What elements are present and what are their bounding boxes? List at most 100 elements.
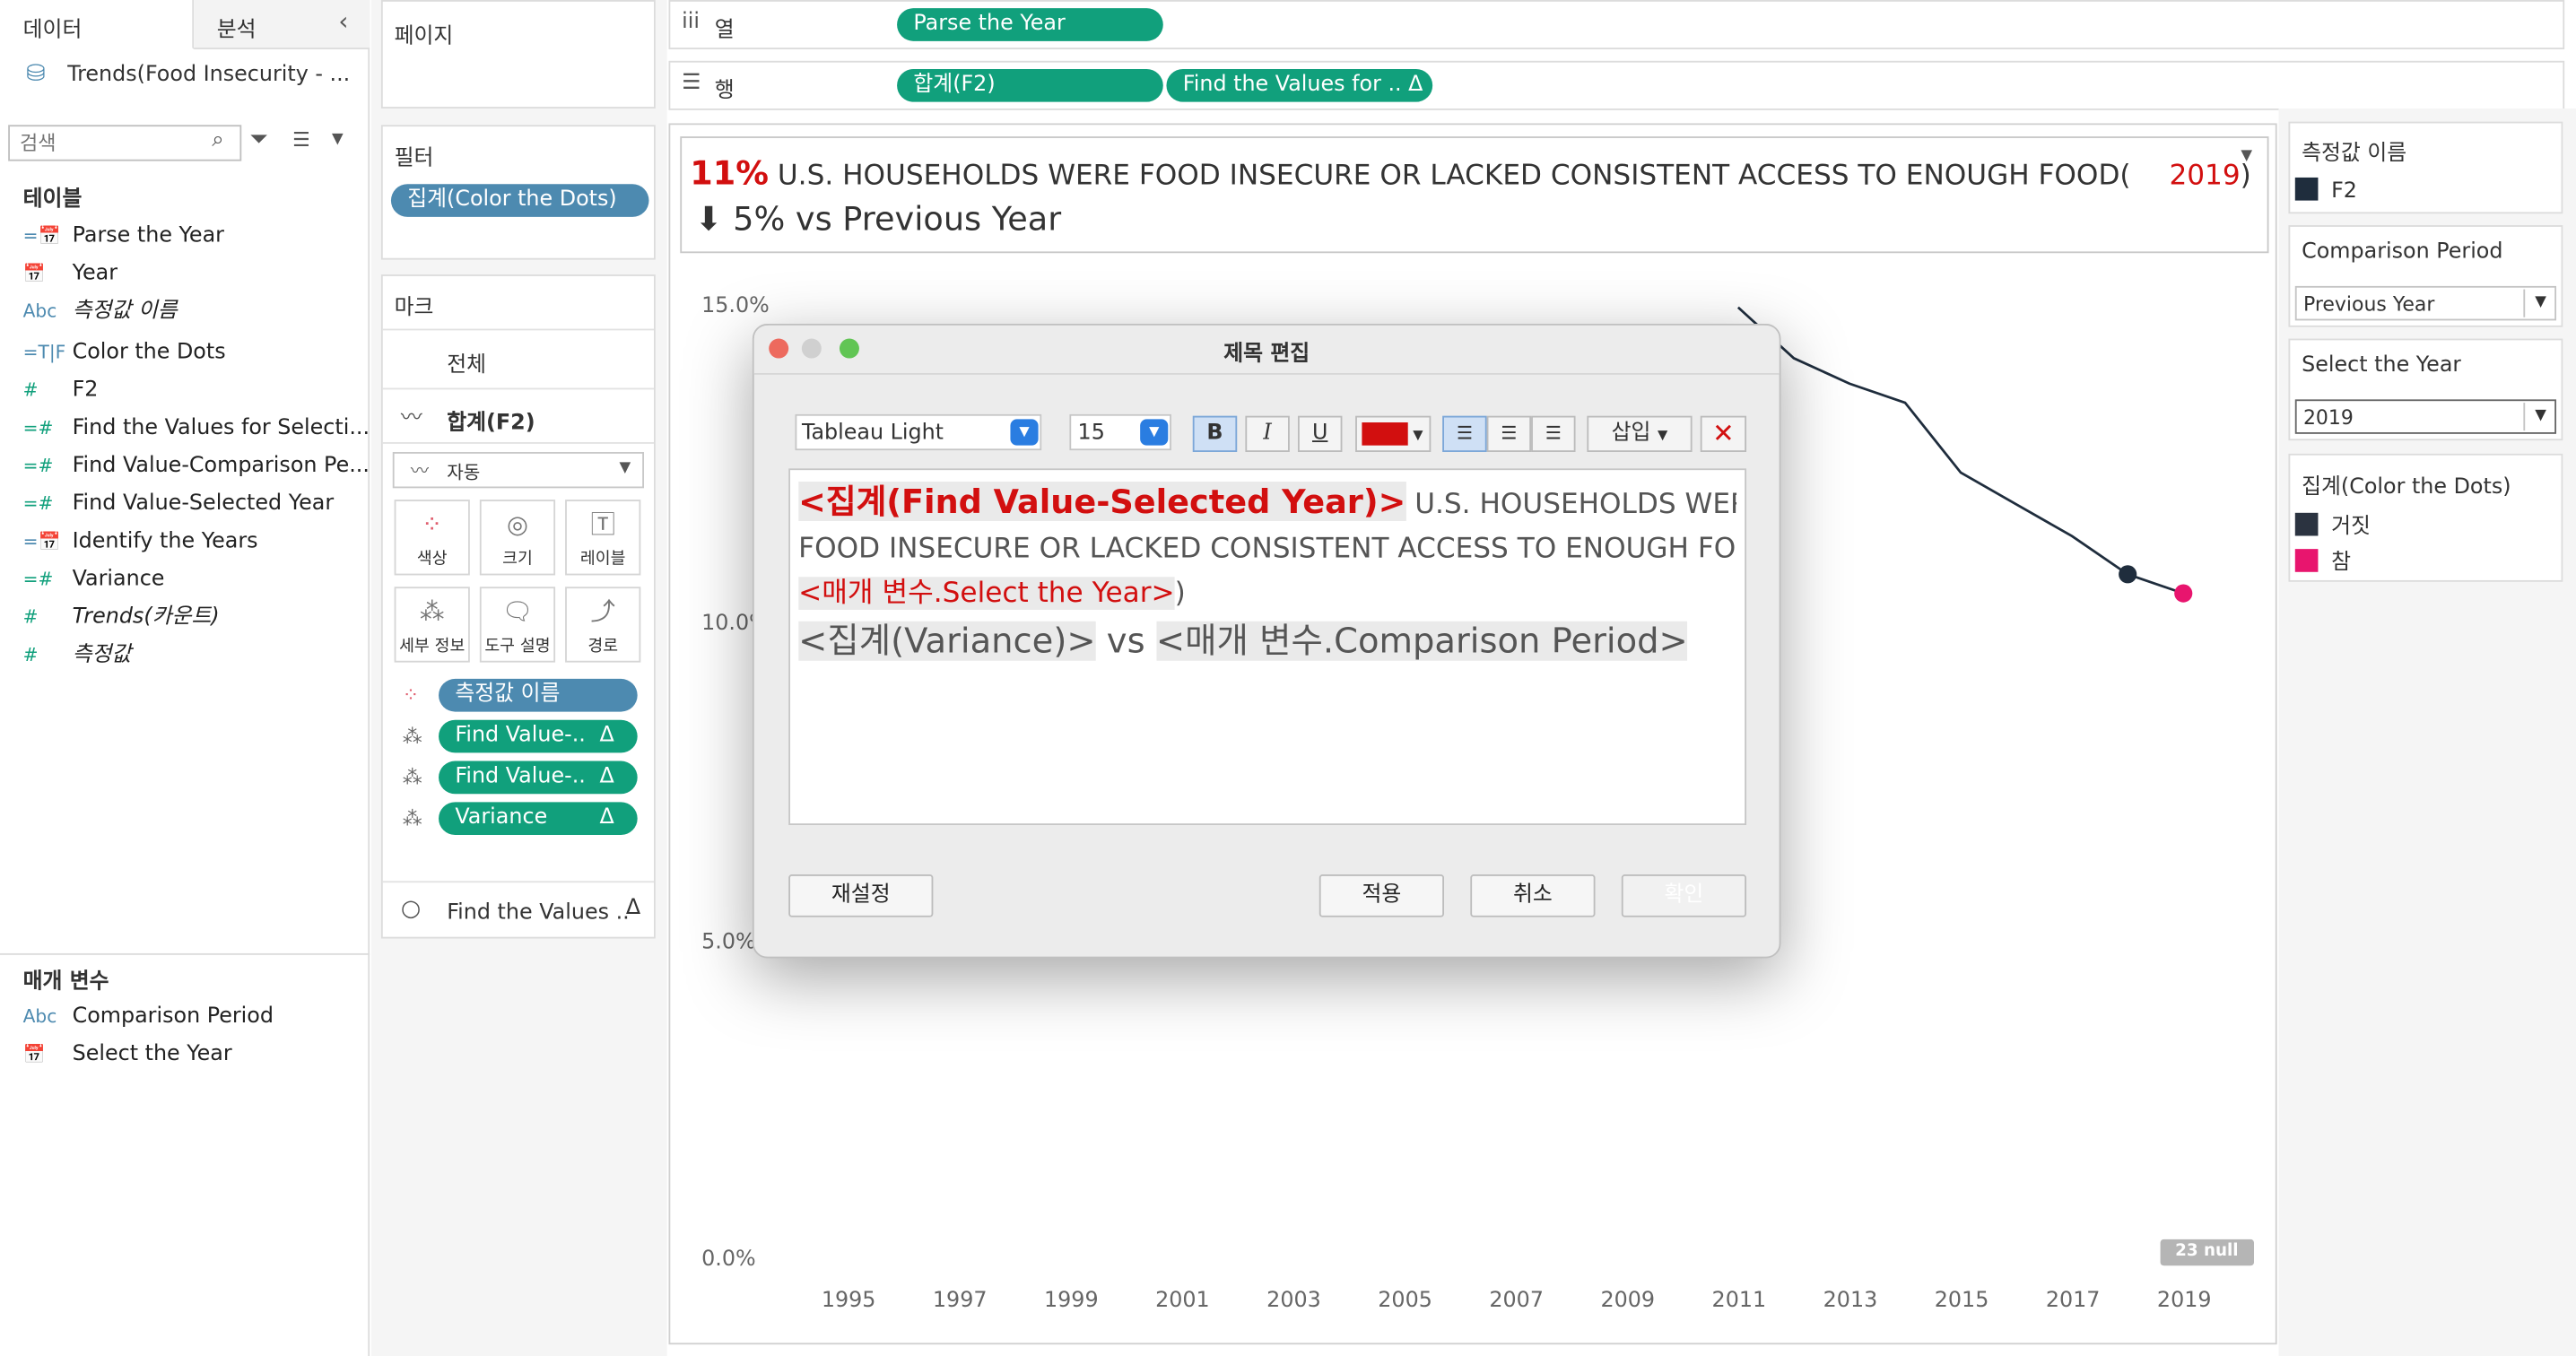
field-type-icon: =#	[22, 417, 54, 439]
marks-measure-row[interactable]: 〰 합계(F2)	[382, 387, 654, 444]
field-type-icon: =📅	[22, 225, 61, 247]
data-point-selected[interactable]	[2174, 584, 2193, 603]
font-size-select[interactable]: 15 ▼	[1069, 413, 1171, 451]
field-item[interactable]: 📅 Year	[23, 256, 117, 292]
x-tick-label: 2007	[1489, 1288, 1544, 1314]
path-card[interactable]: ⤴ 경로	[565, 587, 641, 663]
clear-formatting-button[interactable]: ✕	[1700, 415, 1747, 453]
column-pill-parse-year[interactable]: Parse the Year	[897, 8, 1163, 41]
legend-item-true[interactable]: 참	[2294, 547, 2351, 580]
marks-second-measure-row[interactable]: ○ Find the Values ... Δ	[382, 881, 654, 936]
detail-dots-icon: ⁂	[402, 806, 422, 830]
variance-pill[interactable]: Variance Δ	[439, 802, 638, 836]
parameter-item[interactable]: 📅 Select the Year	[23, 1037, 232, 1073]
marks-all-row[interactable]: 전체	[382, 328, 654, 388]
field-item[interactable]: =# Find the Values for Selecti...	[23, 411, 370, 447]
insert-menu-button[interactable]: 삽입 ▼	[1587, 415, 1693, 453]
field-item[interactable]: =T|F Color the Dots	[23, 335, 226, 371]
chevron-down-icon: ▼	[1658, 427, 1668, 443]
color-card[interactable]: ⁘ 색상	[394, 500, 470, 576]
tooltip-card[interactable]: 🗨 도구 설명	[479, 587, 556, 663]
filter-icon[interactable]: ⏷	[249, 126, 268, 152]
tab-analysis[interactable]: 분석 ‹	[194, 0, 370, 49]
field-label: 측정값 이름	[72, 299, 178, 325]
search-box[interactable]: ⌕	[8, 125, 242, 161]
search-icon[interactable]: ⌕	[212, 128, 223, 152]
color-card-label: 색상	[416, 550, 448, 569]
null-values-badge[interactable]: 23 null	[2160, 1239, 2254, 1266]
field-item[interactable]: # 측정값	[23, 638, 132, 674]
field-item[interactable]: =# Variance	[23, 562, 165, 598]
delta-icon: Δ	[599, 805, 614, 830]
x-tick-label: 2003	[1266, 1288, 1321, 1314]
y-tick-label: 5.0%	[701, 929, 756, 955]
field-item[interactable]: Abc 측정값 이름	[23, 294, 178, 330]
delta-icon: Δ	[599, 764, 614, 789]
field-item[interactable]: =# Find Value-Selected Year	[23, 486, 334, 522]
font-select[interactable]: Tableau Light ▼	[795, 413, 1042, 451]
field-type-icon: =#	[22, 455, 54, 477]
label-card[interactable]: 🅃 레이블	[565, 500, 641, 576]
filter-pill[interactable]: 집계(Color the Dots)	[390, 184, 649, 217]
reset-button[interactable]: 재설정	[788, 874, 934, 917]
field-item[interactable]: =# Find Value-Comparison Pe...	[23, 448, 370, 484]
field-label: Variance	[72, 567, 165, 592]
italic-button[interactable]: I	[1245, 415, 1290, 453]
data-point-comparison[interactable]	[2119, 565, 2137, 584]
legend-item-f2[interactable]: F2	[2294, 176, 2357, 209]
dropdown-caret-icon[interactable]: ▼	[332, 132, 344, 148]
detail-card[interactable]: ⁂ 세부 정보	[394, 587, 470, 663]
find-value-pill-2[interactable]: Find Value-.. Δ	[439, 761, 638, 795]
chevron-down-icon: ▼	[1413, 427, 1423, 443]
row-pill-sum-f2[interactable]: 합계(F2)	[897, 68, 1163, 102]
field-item[interactable]: =📅 Parse the Year	[23, 219, 224, 255]
pages-shelf[interactable]: 페이지	[380, 0, 656, 109]
columns-shelf[interactable]: iii 열 Parse the Year	[668, 0, 2565, 49]
detail-card-label: 세부 정보	[399, 638, 466, 656]
rows-icon: ☰	[682, 70, 701, 96]
parameter-item[interactable]: Abc Comparison Period	[23, 999, 274, 1035]
align-right-button[interactable]: ☰	[1531, 415, 1576, 453]
rows-shelf[interactable]: ☰ 행 합계(F2) Find the Values for .. Δ	[668, 60, 2565, 110]
marks-all-label: 전체	[447, 353, 487, 378]
apply-button[interactable]: 적용	[1318, 874, 1445, 917]
field-item[interactable]: # Trends(카운트)	[23, 600, 220, 636]
tab-data[interactable]: 데이터	[0, 0, 195, 49]
field-item[interactable]: =📅 Identify the Years	[23, 525, 258, 561]
legend-item-false[interactable]: 거짓	[2294, 511, 2371, 544]
dialog-titlebar[interactable]: 제목 편집	[753, 325, 1780, 375]
tables-header: 테이블	[22, 187, 83, 213]
field-item[interactable]: # F2	[23, 373, 99, 409]
x-tick-label: 1997	[932, 1288, 988, 1314]
year-dropdown[interactable]: 2019 ▼	[2294, 399, 2557, 434]
path-icon: ⤴	[590, 596, 615, 627]
editor-tag-comparison: <매개 변수.Comparison Period>	[1155, 621, 1688, 661]
select-year-control: Select the Year 2019 ▼	[2288, 338, 2563, 441]
ok-button[interactable]: 확인	[1621, 874, 1747, 917]
row-pill-find-values[interactable]: Find the Values for .. Δ	[1166, 68, 1433, 102]
bold-button[interactable]: B	[1192, 415, 1238, 453]
chevron-left-icon[interactable]: ‹	[338, 6, 348, 36]
color-dots-legend[interactable]: 집계(Color the Dots) 거짓 참	[2288, 453, 2563, 582]
list-view-icon[interactable]: ☰	[292, 128, 310, 152]
comparison-dropdown[interactable]: Previous Year ▼	[2294, 285, 2557, 321]
search-input[interactable]	[19, 129, 201, 157]
y-tick-label: 15.0%	[701, 294, 770, 319]
align-left-button[interactable]: ☰	[1442, 415, 1487, 453]
measure-names-pill[interactable]: 측정값 이름	[439, 678, 638, 712]
find-value-pill-1[interactable]: Find Value-.. Δ	[439, 719, 638, 753]
chevron-down-icon: ▼	[2523, 403, 2556, 431]
filters-shelf[interactable]: 필터 집계(Color the Dots)	[380, 125, 656, 260]
cancel-button[interactable]: 취소	[1470, 874, 1596, 917]
title-text-editor[interactable]: <집계(Find Value-Selected Year)> U.S. HOUS…	[788, 468, 1747, 826]
underline-button[interactable]: U	[1297, 415, 1343, 453]
text-color-button[interactable]: ▼	[1355, 415, 1432, 453]
datasource-name[interactable]: Trends(Food Insecurity - ...	[67, 63, 355, 87]
size-card[interactable]: ◎ 크기	[479, 500, 556, 576]
measure-names-legend[interactable]: 측정값 이름 F2	[2288, 121, 2563, 214]
align-center-button[interactable]: ☰	[1486, 415, 1532, 453]
comparison-value: Previous Year	[2302, 292, 2435, 316]
mark-type-select[interactable]: 〰 자동 ▼	[392, 452, 644, 489]
filters-label: 필터	[394, 146, 434, 171]
series-line[interactable]	[1736, 306, 2184, 595]
